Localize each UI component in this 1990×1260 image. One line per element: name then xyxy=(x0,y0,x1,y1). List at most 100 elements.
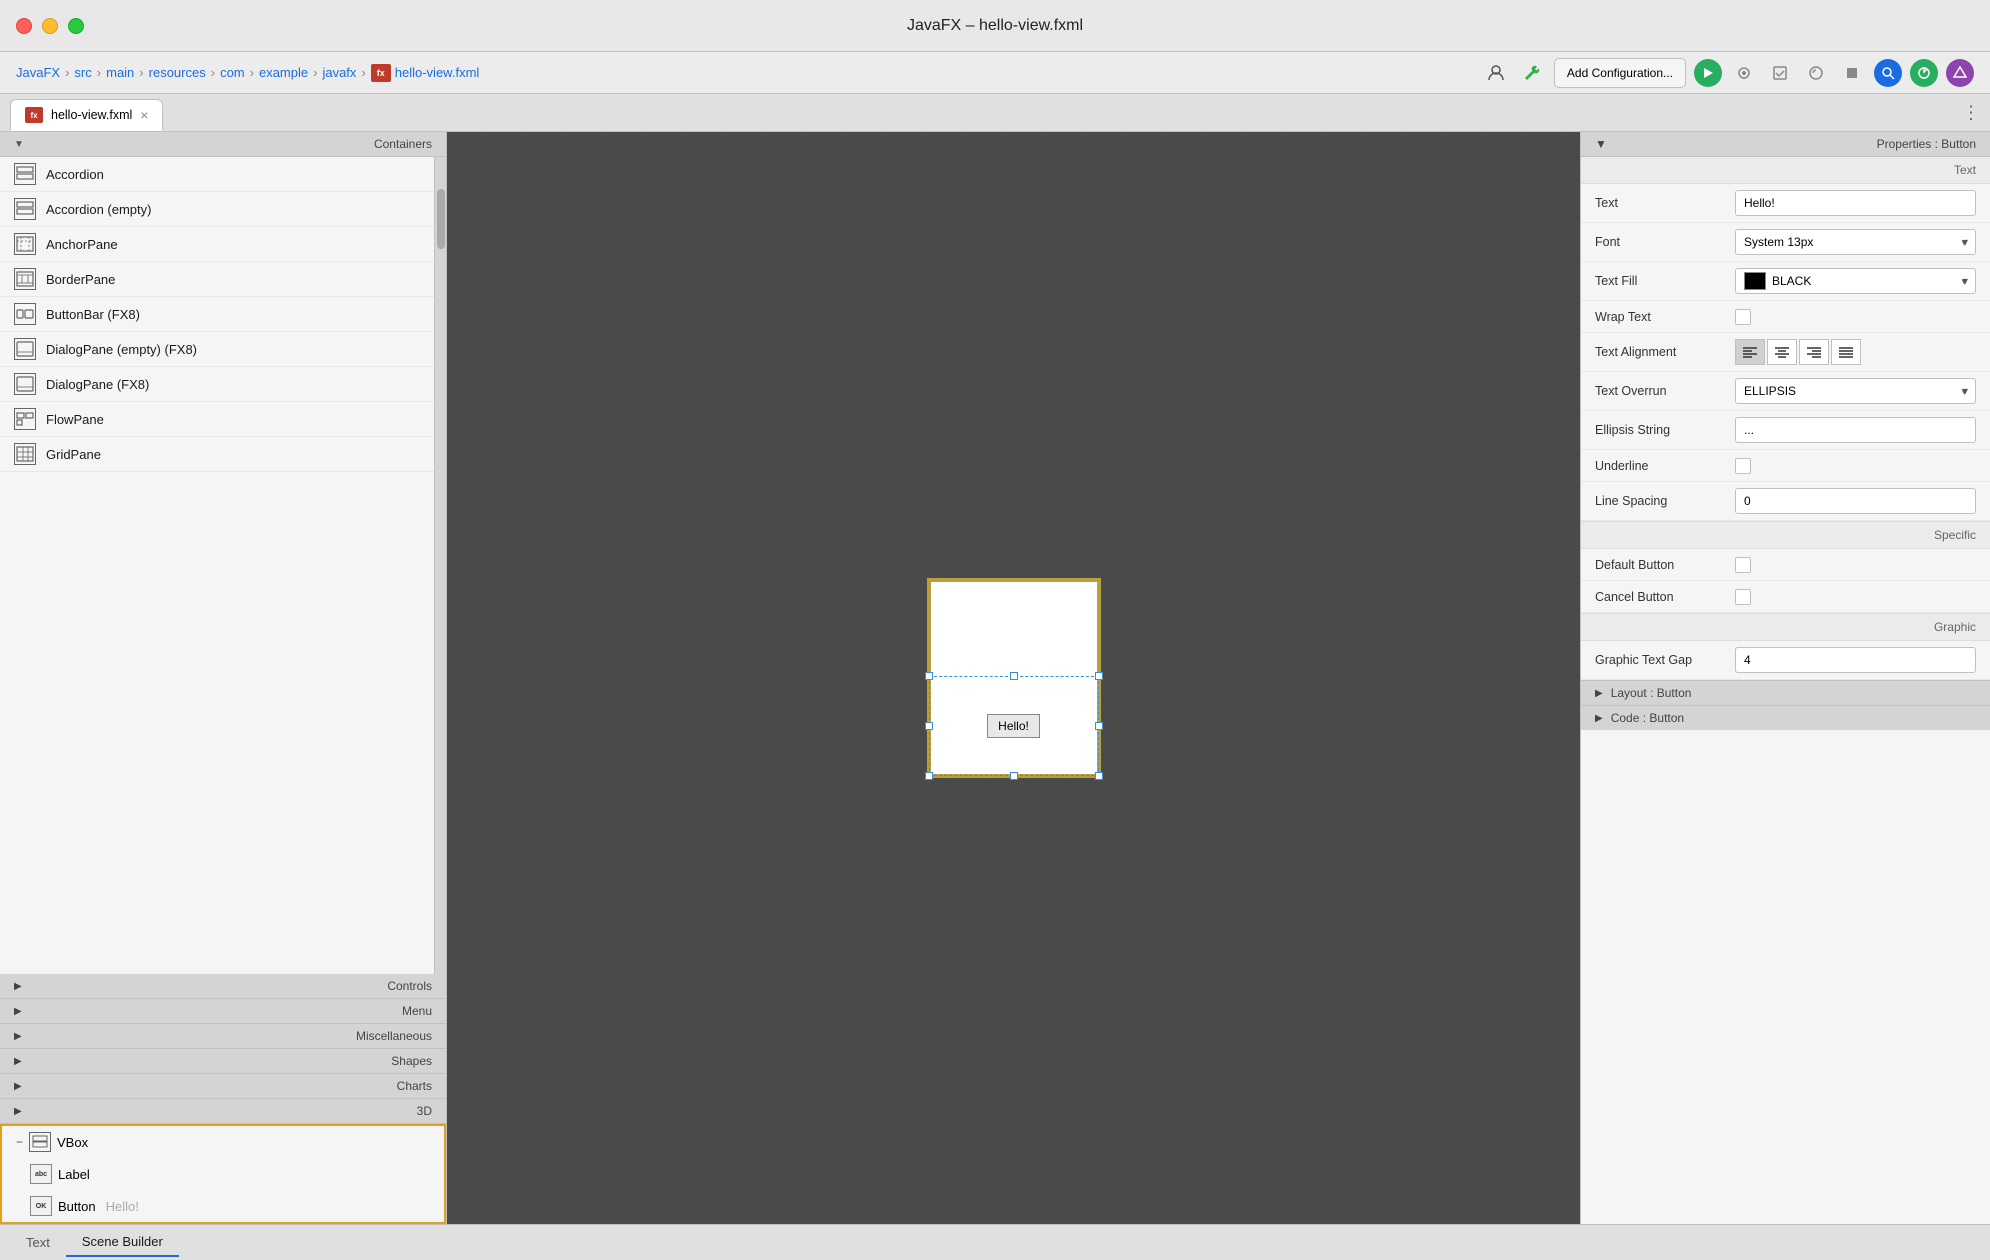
charts-section[interactable]: ▶ Charts xyxy=(0,1074,446,1099)
ellipsis-string-input[interactable] xyxy=(1735,417,1976,443)
tree-item-label[interactable]: abc Label xyxy=(2,1158,444,1190)
controls-arrow: ▶ xyxy=(14,981,22,992)
breadcrumb-src[interactable]: src xyxy=(74,65,91,80)
window-title: JavaFX – hello-view.fxml xyxy=(907,17,1083,35)
prop-line-spacing: Line Spacing xyxy=(1581,482,1990,521)
default-button-checkbox[interactable] xyxy=(1735,557,1751,573)
close-button[interactable] xyxy=(16,18,32,34)
wrap-text-checkbox[interactable] xyxy=(1735,309,1751,325)
cancel-button-checkbox[interactable] xyxy=(1735,589,1751,605)
list-item-borderpane[interactable]: BorderPane xyxy=(0,262,434,297)
tab-menu-button[interactable]: ⋮ xyxy=(1962,102,1980,123)
left-scrollbar[interactable] xyxy=(434,157,446,974)
list-item-dialogpane[interactable]: DialogPane (FX8) xyxy=(0,367,434,402)
list-item-buttonbar[interactable]: ButtonBar (FX8) xyxy=(0,297,434,332)
layout-button-footer[interactable]: ▶ Layout : Button xyxy=(1581,680,1990,705)
text-fill-label: Text Fill xyxy=(1595,274,1735,288)
main-layout: ▼ Containers Accordion Accordion (empty) xyxy=(0,132,1990,1224)
handle-bc[interactable] xyxy=(1010,772,1018,780)
specific-section-title: Specific xyxy=(1581,521,1990,549)
charts-label: Charts xyxy=(397,1079,432,1093)
coverage-button[interactable] xyxy=(1766,59,1794,87)
preview-label-area xyxy=(931,582,1097,678)
borderpane-icon xyxy=(14,268,36,290)
vbox-collapse-button[interactable]: − xyxy=(16,1135,23,1149)
canvas-panel: Hello! xyxy=(447,132,1580,1224)
handle-br[interactable] xyxy=(1095,772,1103,780)
user-icon-button[interactable] xyxy=(1482,59,1510,87)
borderpane-label: BorderPane xyxy=(46,272,115,287)
tab-hello-view[interactable]: fx hello-view.fxml × xyxy=(10,99,163,131)
profile-button[interactable] xyxy=(1802,59,1830,87)
prop-font: Font System 13px ▾ xyxy=(1581,223,1990,262)
breadcrumb-example[interactable]: example xyxy=(259,65,308,80)
accordion-icon xyxy=(14,163,36,185)
left-scroll-thumb[interactable] xyxy=(437,189,445,249)
text-prop-label: Text xyxy=(1595,196,1735,210)
wrench-icon-button[interactable] xyxy=(1518,59,1546,87)
breadcrumb-resources[interactable]: resources xyxy=(149,65,206,80)
minimize-button[interactable] xyxy=(42,18,58,34)
color-swatch-black xyxy=(1744,272,1766,290)
run-button[interactable] xyxy=(1694,59,1722,87)
line-spacing-input[interactable] xyxy=(1735,488,1976,514)
graphic-text-gap-input[interactable] xyxy=(1735,647,1976,673)
shapes-label: Shapes xyxy=(391,1054,432,1068)
preview-button[interactable]: Hello! xyxy=(987,714,1040,738)
update-button[interactable] xyxy=(1910,59,1938,87)
search-button[interactable] xyxy=(1874,59,1902,87)
align-left-button[interactable] xyxy=(1735,339,1765,365)
anchorpane-label: AnchorPane xyxy=(46,237,118,252)
vbox-icon xyxy=(29,1132,51,1152)
handle-ml[interactable] xyxy=(925,722,933,730)
tab-text[interactable]: Text xyxy=(10,1229,66,1256)
list-item-flowpane[interactable]: FlowPane xyxy=(0,402,434,437)
controls-section[interactable]: ▶ Controls xyxy=(0,974,446,999)
list-item-gridpane[interactable]: GridPane xyxy=(0,437,434,472)
text-fill-value: BLACK ▾ xyxy=(1735,268,1976,294)
containers-wrapper: Accordion Accordion (empty) AnchorPane xyxy=(0,157,446,974)
breadcrumb-javafx2[interactable]: javafx xyxy=(322,65,356,80)
stop-button[interactable] xyxy=(1838,59,1866,87)
containers-header[interactable]: ▼ Containers xyxy=(0,132,446,157)
text-input[interactable] xyxy=(1735,190,1976,216)
prop-wrap-text: Wrap Text xyxy=(1581,301,1990,333)
debug-button[interactable] xyxy=(1730,59,1758,87)
align-center-button[interactable] xyxy=(1767,339,1797,365)
list-item-anchorpane[interactable]: AnchorPane xyxy=(0,227,434,262)
plugin-button[interactable] xyxy=(1946,59,1974,87)
tree-item-vbox[interactable]: − VBox xyxy=(2,1126,444,1158)
tab-scene-builder[interactable]: Scene Builder xyxy=(66,1228,179,1257)
breadcrumb-com[interactable]: com xyxy=(220,65,245,80)
add-configuration-button[interactable]: Add Configuration... xyxy=(1554,58,1686,88)
align-justify-button[interactable] xyxy=(1831,339,1861,365)
breadcrumb-javafx[interactable]: JavaFX xyxy=(16,65,60,80)
prop-ellipsis-string: Ellipsis String xyxy=(1581,411,1990,450)
list-item-dialogpane-empty[interactable]: DialogPane (empty) (FX8) xyxy=(0,332,434,367)
controls-label: Controls xyxy=(387,979,432,993)
dialogpane-empty-label: DialogPane (empty) (FX8) xyxy=(46,342,197,357)
align-right-button[interactable] xyxy=(1799,339,1829,365)
3d-section[interactable]: ▶ 3D xyxy=(0,1099,446,1124)
list-item-accordion-empty[interactable]: Accordion (empty) xyxy=(0,192,434,227)
tree-item-button[interactable]: OK Button Hello! xyxy=(2,1190,444,1222)
text-overrun-select[interactable]: ELLIPSIS ▾ xyxy=(1735,378,1976,404)
tab-close-button[interactable]: × xyxy=(140,107,148,123)
menu-section[interactable]: ▶ Menu xyxy=(0,999,446,1024)
font-select[interactable]: System 13px ▾ xyxy=(1735,229,1976,255)
underline-checkbox[interactable] xyxy=(1735,458,1751,474)
miscellaneous-section[interactable]: ▶ Miscellaneous xyxy=(0,1024,446,1049)
shapes-arrow: ▶ xyxy=(14,1056,22,1067)
maximize-button[interactable] xyxy=(68,18,84,34)
handle-mr[interactable] xyxy=(1095,722,1103,730)
canvas-background[interactable]: Hello! xyxy=(447,132,1580,1224)
breadcrumb-file[interactable]: fx hello-view.fxml xyxy=(371,64,480,82)
breadcrumb-main[interactable]: main xyxy=(106,65,134,80)
text-fill-select[interactable]: BLACK ▾ xyxy=(1735,268,1976,294)
handle-bl[interactable] xyxy=(925,772,933,780)
prop-text-overrun: Text Overrun ELLIPSIS ▾ xyxy=(1581,372,1990,411)
traffic-lights xyxy=(16,18,84,34)
code-button-footer[interactable]: ▶ Code : Button xyxy=(1581,705,1990,730)
shapes-section[interactable]: ▶ Shapes xyxy=(0,1049,446,1074)
list-item-accordion[interactable]: Accordion xyxy=(0,157,434,192)
